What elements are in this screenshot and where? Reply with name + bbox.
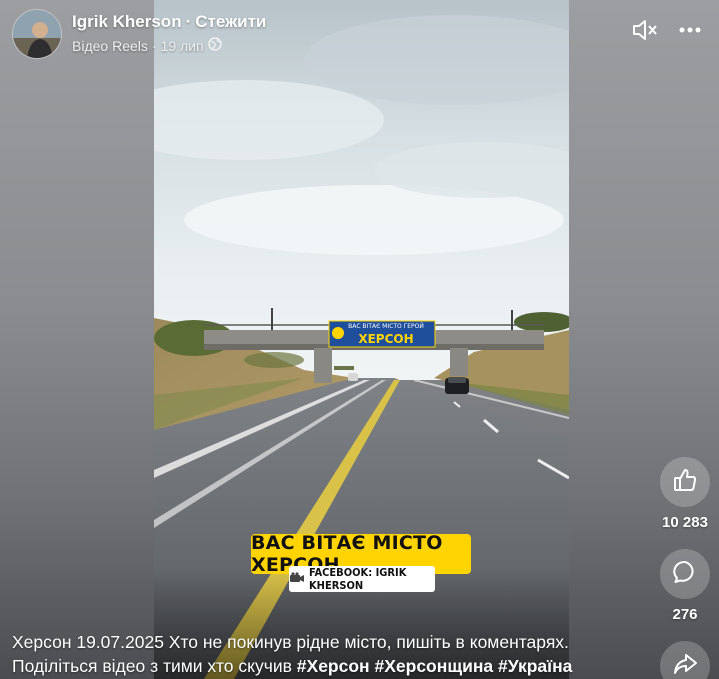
hashtag-link[interactable]: #Херсонщина <box>375 656 494 676</box>
author-avatar[interactable] <box>12 9 62 59</box>
comment-count: 276 <box>672 606 698 623</box>
share-button[interactable] <box>660 641 710 679</box>
thumbs-up-icon <box>672 467 698 498</box>
post-header: Igrik Kherson · Стежити Відео Reels · 19 л… <box>12 9 266 61</box>
globe-icon <box>207 37 222 54</box>
follow-button[interactable]: Стежити <box>195 12 266 31</box>
comment-button[interactable] <box>660 549 710 599</box>
video-top-controls <box>631 18 701 42</box>
post-description: Херсон 19.07.2025 Хто не покинув рідне м… <box>12 630 652 678</box>
like-button[interactable] <box>660 457 710 507</box>
hashtag-link[interactable]: #Херсон <box>297 656 370 676</box>
video-caption-credit: FACEBOOK: IGRIK KHERSON <box>289 566 435 592</box>
author-name[interactable]: Igrik Kherson <box>72 12 182 31</box>
name-separator: · <box>185 12 192 31</box>
hashtag-link[interactable]: #Україна <box>498 656 572 676</box>
like-count: 10 283 <box>662 514 708 531</box>
post-text-line1: Херсон 19.07.2025 Хто не покинув рідне м… <box>12 632 569 652</box>
share-arrow-icon <box>672 651 698 679</box>
post-date[interactable]: 19 лип <box>161 38 204 54</box>
reel-actions: 10 283 276 <box>660 457 710 679</box>
road-sign-title: ХЕРСОН <box>358 332 413 346</box>
road-sign-subtitle: ВАС ВІТАЄ МІСТО ГЕРОЙ <box>348 323 424 330</box>
comment-bubble-icon <box>672 559 698 590</box>
more-horizontal-icon[interactable] <box>679 27 701 33</box>
date-separator: · <box>151 37 157 54</box>
speaker-muted-icon[interactable] <box>631 18 659 42</box>
camera-icon <box>289 571 305 587</box>
post-text-line2-prefix: Поділіться відео з тими хто скучив <box>12 656 297 676</box>
post-text-line2: Поділіться відео з тими хто скучив #Херс… <box>12 654 652 678</box>
video-credit-text: FACEBOOK: IGRIK KHERSON <box>309 566 407 592</box>
content-type-label[interactable]: Відео Reels <box>72 38 148 54</box>
